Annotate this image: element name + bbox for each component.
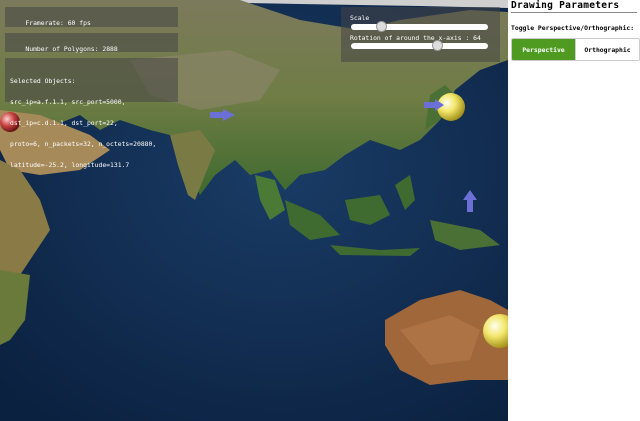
slider-panel: Scale Rotation of around the x-axis : 64 [341, 7, 500, 62]
scale-label: Scale [350, 14, 370, 22]
sidebar-divider [511, 12, 637, 13]
arrow-marker-japan[interactable] [424, 99, 444, 111]
sidebar-title: Drawing Parameters [511, 0, 620, 11]
polygon-count-panel: Number of Polygons: 2888 [5, 33, 178, 53]
selected-objects-panel: Selected Objects: src_ip=a.f.1.1, src_po… [5, 58, 178, 169]
selected-objects-heading: Selected Objects: [10, 77, 76, 85]
framerate-text: Framerate: 60 fps [25, 19, 91, 27]
arrow-marker-pacific[interactable] [463, 190, 477, 212]
polygon-count-text: Number of Polygons: 2888 [25, 45, 118, 53]
rotation-slider-thumb[interactable] [431, 40, 443, 51]
selected-line-1: src_ip=a.f.1.1, src_port=5000, [10, 98, 126, 106]
orthographic-button[interactable]: Orthographic [576, 39, 639, 60]
selected-line-4: latitude=-25.2, longitude=131.7 [10, 161, 130, 169]
toggle-label: Toggle Perspective/Orthographic: [511, 24, 635, 32]
perspective-button[interactable]: Perspective [512, 39, 576, 60]
selected-line-2: dst_ip=c.d.1.1, dst_port=22, [10, 119, 118, 127]
globe-viewport[interactable]: Framerate: 60 fps Number of Polygons: 28… [0, 0, 508, 421]
scale-slider-thumb[interactable] [376, 21, 388, 32]
rotation-slider[interactable] [351, 40, 488, 51]
yellow-sphere-australia-marker[interactable] [480, 313, 508, 349]
rotation-label: Rotation of around the x-axis : 64 [350, 34, 481, 42]
drawing-parameters-sidebar: Drawing Parameters Toggle Perspective/Or… [508, 0, 640, 421]
framerate-panel: Framerate: 60 fps [5, 7, 178, 27]
selected-line-3: proto=6, n_packets=32, n_octets=20880, [10, 140, 157, 148]
projection-toggle-group: Perspective Orthographic [511, 38, 640, 61]
arrow-marker-china[interactable] [210, 109, 236, 121]
scale-slider[interactable] [351, 21, 488, 32]
